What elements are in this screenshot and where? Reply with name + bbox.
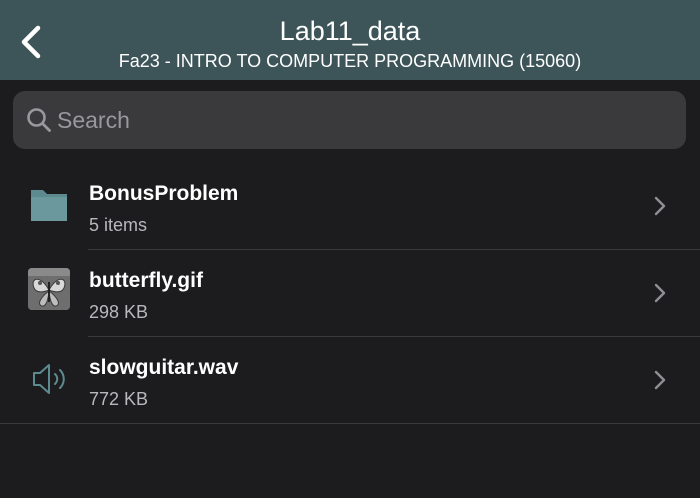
file-meta: 772 KB <box>89 389 149 409</box>
list-item[interactable]: slowguitar.wav 772 KB <box>0 337 700 424</box>
search-icon <box>27 108 51 132</box>
file-name: BonusProblem <box>89 182 239 205</box>
page-title: Lab11_data <box>279 16 421 46</box>
chevron-right-icon <box>654 196 666 216</box>
file-list: BonusProblem 5 items butterfly.gif 298 K… <box>0 163 700 424</box>
header-bar: Lab11_data Fa23 - INTRO TO COMPUTER PROG… <box>0 0 700 80</box>
speaker-icon <box>33 364 65 394</box>
search-bar[interactable] <box>13 91 686 149</box>
list-item[interactable]: butterfly.gif 298 KB <box>0 250 700 337</box>
course-subtitle: Fa23 - INTRO TO COMPUTER PROGRAMMING (15… <box>118 51 582 71</box>
search-input[interactable] <box>57 99 657 141</box>
divider <box>0 423 700 424</box>
chevron-right-icon <box>654 283 666 303</box>
file-name: butterfly.gif <box>89 269 203 292</box>
file-meta: 298 KB <box>89 302 149 322</box>
chevron-right-icon <box>654 370 666 390</box>
list-item[interactable]: BonusProblem 5 items <box>0 163 700 250</box>
file-meta: 5 items <box>89 215 148 235</box>
image-thumbnail-icon <box>28 268 70 310</box>
folder-icon <box>31 190 67 221</box>
file-name: slowguitar.wav <box>89 356 239 379</box>
